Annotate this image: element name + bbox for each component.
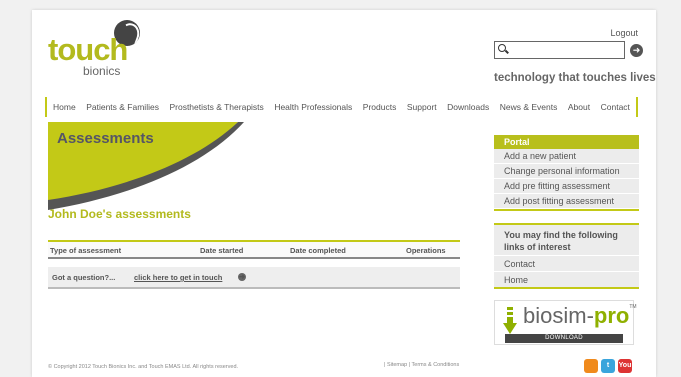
section-title: John Doe's assessments [48, 207, 191, 221]
copyright: © Copyright 2012 Touch Bionics Inc. and … [48, 364, 239, 370]
footer-links[interactable]: | Sitemap | Terms & Conditions [384, 362, 459, 368]
page: touch bionics Logout ➜ technology that t… [32, 10, 656, 377]
nav-support[interactable]: Support [407, 102, 437, 112]
question-prefix: Got a question?... [52, 273, 116, 282]
social-links: t You [584, 359, 632, 373]
portal-title[interactable]: Portal [494, 135, 639, 149]
nav-patients-families[interactable]: Patients & Families [86, 102, 159, 112]
nav-health-professionals[interactable]: Health Professionals [274, 102, 352, 112]
nav-about[interactable]: About [568, 102, 590, 112]
biosim-pro-banner[interactable]: biosim-proTM DOWNLOAD [494, 300, 637, 345]
logo[interactable]: touch bionics [48, 20, 158, 78]
question-bar: Got a question?... click here to get in … [48, 267, 460, 289]
search-input[interactable] [509, 43, 621, 57]
col-type: Type of assessment [50, 246, 122, 255]
tagline: technology that touches lives [494, 72, 656, 84]
biosim-pro-word: pro [593, 303, 630, 328]
trademark: TM [629, 304, 637, 310]
logo-word: touch [48, 32, 128, 67]
rss-icon[interactable] [584, 359, 598, 373]
twitter-icon[interactable]: t [601, 359, 615, 373]
page-banner: Assessments [48, 122, 460, 212]
links-of-interest-title: You may find the following links of inte… [504, 230, 618, 252]
interest-link-home[interactable]: Home [494, 271, 639, 287]
biosim-logo-text: biosim-proTM [523, 305, 637, 327]
search-go-button[interactable]: ➜ [630, 44, 643, 57]
nav-prosthetists-therapists[interactable]: Prosthetists & Therapists [169, 102, 263, 112]
portal-add-post-fitting[interactable]: Add post fitting assessment [494, 194, 639, 209]
download-button[interactable]: DOWNLOAD [505, 334, 623, 343]
nav-products[interactable]: Products [363, 102, 397, 112]
links-of-interest: You may find the following links of inte… [494, 223, 639, 289]
col-date-started: Date started [200, 246, 244, 255]
main-nav: Home Patients & Families Prosthetists & … [45, 97, 638, 117]
portal-change-personal-info[interactable]: Change personal information [494, 164, 639, 179]
biosim-word: biosim- [523, 303, 594, 328]
nav-home[interactable]: Home [53, 102, 76, 112]
search-box [494, 41, 625, 59]
portal-add-pre-fitting[interactable]: Add pre fitting assessment [494, 179, 639, 194]
logout-link[interactable]: Logout [610, 28, 638, 38]
portal-menu: Portal Add a new patient Change personal… [494, 135, 639, 211]
interest-link-contact[interactable]: Contact [494, 255, 639, 271]
nav-downloads[interactable]: Downloads [447, 102, 489, 112]
page-title: Assessments [57, 130, 154, 147]
download-arrow-icon [503, 307, 517, 334]
arrow-right-icon[interactable]: ➜ [238, 273, 246, 281]
logo-subtitle: bionics [83, 64, 121, 78]
nav-contact[interactable]: Contact [601, 102, 630, 112]
col-date-completed: Date completed [290, 246, 346, 255]
col-operations: Operations [406, 246, 446, 255]
assessments-table-header: Type of assessment Date started Date com… [48, 240, 460, 259]
contact-link[interactable]: click here to get in touch [134, 273, 222, 282]
portal-add-new-patient[interactable]: Add a new patient [494, 149, 639, 164]
search-icon [498, 44, 506, 52]
youtube-icon[interactable]: You [618, 359, 632, 373]
nav-news-events[interactable]: News & Events [500, 102, 558, 112]
